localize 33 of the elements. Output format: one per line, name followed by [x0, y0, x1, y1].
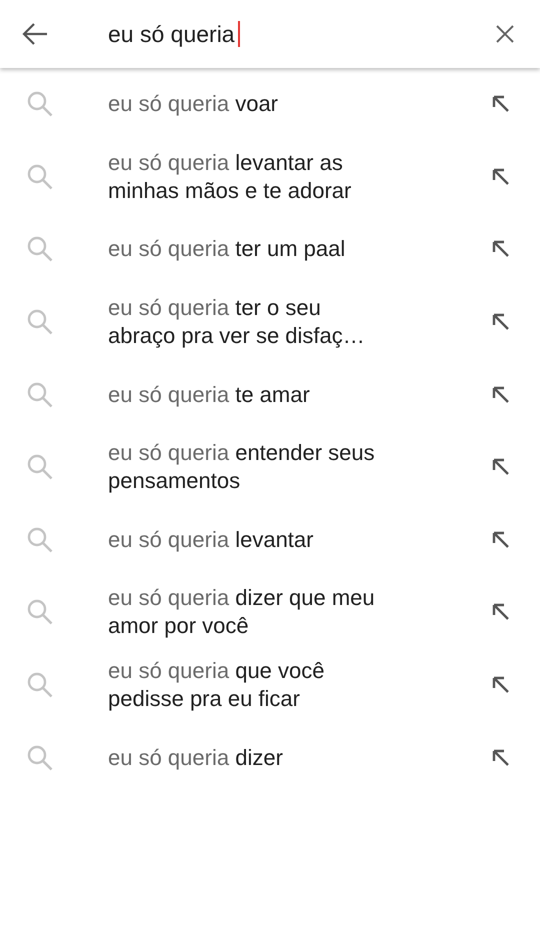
search-icon — [27, 744, 53, 771]
arrow-up-left-icon — [492, 530, 510, 549]
search-icon — [27, 672, 53, 698]
suggestion-text[interactable]: eu só queria ter um paal — [108, 235, 390, 264]
suggestion-text[interactable]: eu só queria te amar — [108, 380, 390, 409]
search-icon — [27, 309, 53, 336]
arrow-up-left-icon — [492, 168, 510, 186]
arrow-up-left-icon — [492, 386, 510, 404]
suggestion-text[interactable]: eu só queria dizer — [108, 744, 390, 772]
arrow-up-left-icon — [492, 95, 510, 114]
search-icon — [27, 236, 53, 262]
arrow-up-left-icon — [492, 603, 510, 622]
search-icon — [27, 164, 53, 190]
arrow-up-left-icon — [492, 748, 510, 767]
arrow-up-left-icon — [492, 313, 510, 332]
search-icon — [27, 382, 53, 408]
arrow-up-left-icon — [492, 676, 510, 694]
search-icon — [27, 91, 53, 118]
search-icon — [27, 454, 53, 480]
suggestion-text[interactable]: eu só queria que você pedisse pra eu ficar — [108, 657, 390, 714]
search-icon — [27, 599, 53, 626]
suggestion-text[interactable]: eu só queria ter o seu abraço pra ver se disfaç… — [108, 294, 390, 350]
suggestion-text[interactable]: eu só queria levantar as minhas mãos e te adorar — [108, 148, 390, 205]
suggestion-text[interactable]: eu só queria levantar — [108, 526, 390, 554]
arrow-up-left-icon — [492, 240, 510, 258]
suggestion-text[interactable]: eu só queria entender seus pensamentos — [108, 439, 390, 496]
close-icon — [496, 25, 514, 43]
search-icon — [27, 526, 53, 553]
search-field[interactable]: eu só queria — [108, 19, 470, 49]
suggestion-text[interactable]: eu só queria voar — [108, 90, 390, 118]
suggestion-text[interactable]: eu só queria dizer que meu amor por você — [108, 584, 390, 640]
arrow-up-left-icon — [492, 458, 510, 476]
back-arrow-icon — [22, 22, 48, 46]
